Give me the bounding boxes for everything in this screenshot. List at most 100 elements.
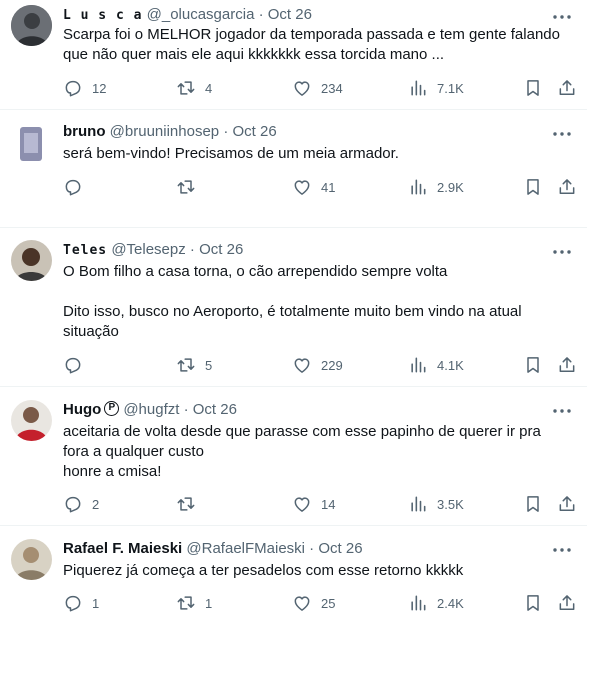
retweet-icon — [177, 497, 195, 511]
avatar-image — [11, 539, 52, 580]
user-handle[interactable]: @RafaelFMaieski — [186, 540, 305, 557]
user-handle[interactable]: @Telesepz — [111, 241, 185, 258]
like-button[interactable]: 229 — [292, 353, 343, 377]
share-icon — [559, 357, 575, 372]
user-handle[interactable]: @bruuniinhosep — [110, 123, 219, 140]
retweet-button[interactable] — [176, 175, 205, 199]
tweet[interactable]: Rafael F. Maieski @RafaelFMaieski · Oct … — [0, 527, 587, 647]
tweet-date[interactable]: Oct 26 — [232, 123, 276, 140]
reply-icon — [65, 179, 81, 196]
separator: · — [309, 540, 315, 557]
view-count: 2.9K — [437, 179, 464, 195]
reply-icon — [65, 80, 81, 97]
user-handle[interactable]: @hugfzt — [123, 401, 179, 418]
tweet-date[interactable]: Oct 26 — [268, 6, 312, 23]
retweet-count: 5 — [205, 357, 213, 373]
like-count: 25 — [321, 595, 336, 611]
reply-button[interactable]: 12 — [63, 76, 106, 100]
share-button[interactable] — [557, 76, 577, 100]
like-button[interactable]: 25 — [292, 591, 335, 615]
retweet-count: 1 — [205, 595, 213, 611]
bookmark-icon — [527, 179, 539, 195]
display-name[interactable]: Teles — [63, 243, 107, 258]
heart-icon — [294, 180, 310, 195]
share-button[interactable] — [557, 591, 577, 615]
avatar[interactable] — [11, 400, 52, 441]
reply-button[interactable] — [63, 175, 92, 199]
more-icon[interactable] — [551, 244, 573, 260]
bookmark-button[interactable] — [523, 175, 543, 199]
more-icon[interactable] — [551, 542, 573, 558]
view-count: 3.5K — [437, 496, 464, 512]
view-count: 7.1K — [437, 80, 464, 96]
bookmark-button[interactable] — [523, 591, 543, 615]
action-bar: 12 4 234 7.1K — [0, 76, 587, 100]
share-icon — [559, 595, 575, 610]
share-button[interactable] — [557, 175, 577, 199]
user-handle[interactable]: @_olucasgarcia — [147, 6, 255, 23]
avatar-image — [11, 400, 52, 441]
separator: · — [183, 401, 189, 418]
tweet[interactable]: bruno @bruuniinhosep · Oct 26 será bem-v… — [0, 111, 587, 228]
bookmark-icon — [527, 595, 539, 611]
retweet-icon — [177, 358, 195, 372]
heart-icon — [294, 497, 310, 512]
reply-button[interactable]: 2 — [63, 492, 99, 516]
tweet[interactable]: Hugo P @hugfzt · Oct 26 aceitaria de volta… — [0, 388, 587, 526]
retweet-button[interactable] — [176, 492, 205, 516]
tweet-header: L u s c a @_olucasgarcia · Oct 26 — [63, 4, 312, 26]
action-bar: 2 14 3.5K — [0, 492, 587, 516]
tweet[interactable]: L u s c a @_olucasgarcia · Oct 26 Scarpa… — [0, 0, 587, 110]
tweet-date[interactable]: Oct 26 — [193, 401, 237, 418]
like-button[interactable]: 14 — [292, 492, 335, 516]
tweet[interactable]: Teles @Telesepz · Oct 26 O Bom filho a c… — [0, 229, 587, 387]
separator: · — [223, 123, 229, 140]
replies-feed: L u s c a @_olucasgarcia · Oct 26 Scarpa… — [0, 0, 599, 693]
tweet-date[interactable]: Oct 26 — [318, 540, 362, 557]
display-name[interactable]: Rafael F. Maieski — [63, 540, 182, 557]
retweet-button[interactable]: 4 — [176, 76, 212, 100]
views-icon — [411, 80, 426, 96]
share-button[interactable] — [557, 353, 577, 377]
reply-count: 2 — [92, 496, 100, 512]
retweet-icon — [177, 596, 195, 610]
display-name[interactable]: L u s c a — [63, 8, 142, 23]
bookmark-button[interactable] — [523, 76, 543, 100]
heart-icon — [294, 81, 310, 96]
retweet-button[interactable]: 1 — [176, 591, 212, 615]
more-icon[interactable] — [551, 9, 573, 25]
views-button[interactable]: 2.4K — [408, 591, 464, 615]
display-name[interactable]: bruno — [63, 123, 106, 140]
retweet-button[interactable]: 5 — [176, 353, 212, 377]
avatar[interactable] — [11, 123, 52, 164]
views-button[interactable]: 7.1K — [408, 76, 464, 100]
reply-button[interactable] — [63, 353, 92, 377]
tweet-text: aceitaria de volta desde que parasse com… — [63, 423, 541, 480]
tweet-date[interactable]: Oct 26 — [199, 241, 243, 258]
avatar[interactable] — [11, 539, 52, 580]
action-bar: 5 229 4.1K — [0, 353, 587, 377]
more-icon[interactable] — [551, 403, 573, 419]
like-button[interactable]: 41 — [292, 175, 335, 199]
more-icon[interactable] — [551, 126, 573, 142]
reply-count: 12 — [92, 80, 107, 96]
views-button[interactable]: 3.5K — [408, 492, 464, 516]
views-button[interactable]: 2.9K — [408, 175, 464, 199]
reply-button[interactable]: 1 — [63, 591, 99, 615]
avatar[interactable] — [11, 5, 52, 46]
bookmark-button[interactable] — [523, 353, 543, 377]
heart-icon — [294, 358, 310, 373]
like-button[interactable]: 234 — [292, 76, 343, 100]
display-name[interactable]: Hugo — [63, 401, 101, 418]
share-icon — [559, 496, 575, 511]
retweet-icon — [177, 180, 195, 194]
like-count: 41 — [321, 179, 336, 195]
tweet-header: bruno @bruuniinhosep · Oct 26 — [63, 121, 277, 143]
like-count: 229 — [321, 357, 343, 373]
tweet-header: Rafael F. Maieski @RafaelFMaieski · Oct … — [63, 538, 363, 560]
views-button[interactable]: 4.1K — [408, 353, 464, 377]
avatar[interactable] — [11, 240, 52, 281]
bookmark-button[interactable] — [523, 492, 543, 516]
heart-icon — [294, 596, 310, 611]
share-button[interactable] — [557, 492, 577, 516]
